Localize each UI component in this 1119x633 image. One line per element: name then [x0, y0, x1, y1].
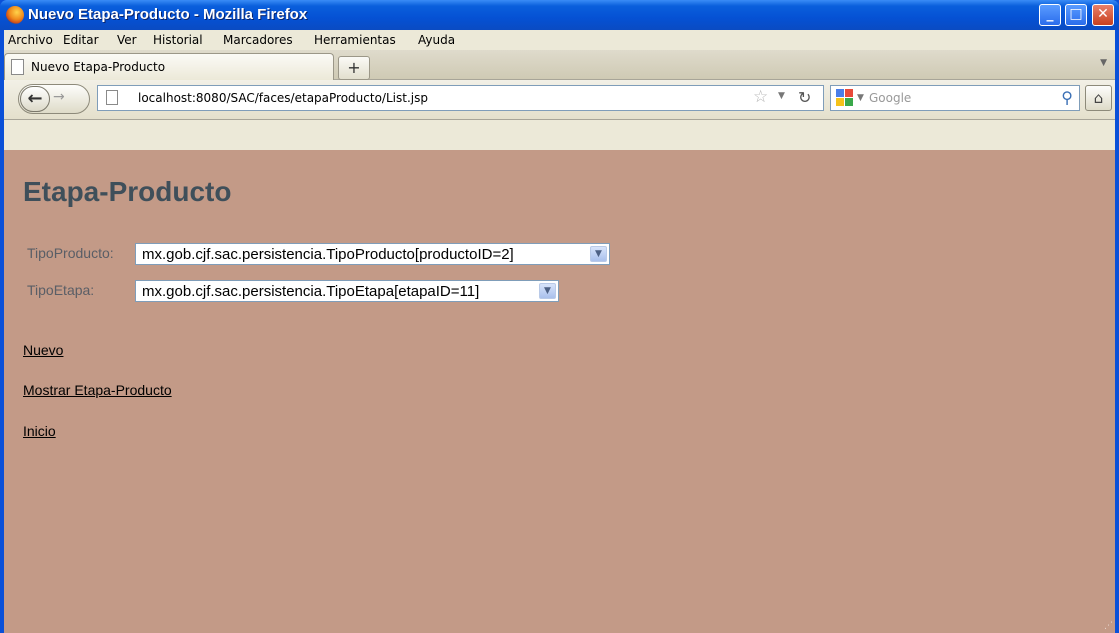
tipo-producto-select[interactable]: mx.gob.cjf.sac.persistencia.TipoProducto…	[135, 243, 610, 265]
page-content: Etapa-Producto TipoProducto: mx.gob.cjf.…	[4, 150, 1115, 633]
menu-bar: Archivo Editar Ver Historial Marcadores …	[4, 30, 1115, 50]
tab-nuevo-etapa-producto[interactable]: Nuevo Etapa-Producto	[4, 53, 334, 80]
search-engine-dropdown-icon[interactable]: ▼	[857, 93, 864, 103]
magnifier-icon[interactable]: ⚲	[1061, 88, 1073, 107]
page-icon	[106, 90, 118, 105]
resize-grip-icon[interactable]: ⋰	[1104, 621, 1113, 631]
inicio-link[interactable]: Inicio	[23, 423, 56, 439]
browser-window: Nuevo Etapa-Producto - Mozilla Firefox _…	[0, 0, 1119, 633]
url-dropdown-icon[interactable]: ▼	[778, 91, 785, 101]
maximize-button[interactable]: □	[1065, 4, 1087, 26]
menu-ayuda[interactable]: Ayuda	[418, 33, 455, 47]
window-title: Nuevo Etapa-Producto - Mozilla Firefox	[28, 6, 308, 23]
page-title: Etapa-Producto	[23, 176, 232, 207]
forward-icon[interactable]: →	[53, 89, 65, 105]
home-icon[interactable]: ⌂	[1085, 85, 1112, 111]
minimize-icon: _	[1046, 6, 1054, 22]
menu-herramientas[interactable]: Herramientas	[314, 33, 396, 47]
chevron-down-icon[interactable]: ▼	[539, 283, 556, 299]
tipo-etapa-value: mx.gob.cjf.sac.persistencia.TipoEtapa[et…	[142, 283, 480, 300]
minimize-button[interactable]: _	[1039, 4, 1061, 26]
back-forward-group: ← →	[18, 84, 90, 114]
tab-label: Nuevo Etapa-Producto	[31, 60, 166, 74]
tipo-etapa-select[interactable]: mx.gob.cjf.sac.persistencia.TipoEtapa[et…	[135, 280, 559, 302]
title-bar[interactable]: Nuevo Etapa-Producto - Mozilla Firefox _…	[0, 0, 1119, 30]
google-icon[interactable]	[836, 89, 854, 107]
mostrar-etapa-producto-link[interactable]: Mostrar Etapa-Producto	[23, 382, 172, 398]
url-bar[interactable]: localhost:8080/SAC/faces/etapaProducto/L…	[97, 85, 824, 111]
chevron-down-icon[interactable]: ▼	[590, 246, 607, 262]
menu-marcadores[interactable]: Marcadores	[223, 33, 293, 47]
navigation-bar: ← → localhost:8080/SAC/faces/etapaProduc…	[4, 80, 1115, 120]
close-button[interactable]: ✕	[1092, 4, 1114, 26]
page-icon	[11, 59, 24, 75]
close-icon: ✕	[1097, 6, 1109, 22]
firefox-logo-icon	[6, 6, 24, 24]
menu-historial[interactable]: Historial	[153, 33, 203, 47]
tab-strip: Nuevo Etapa-Producto + ▼	[4, 50, 1115, 80]
nuevo-link[interactable]: Nuevo	[23, 342, 63, 358]
maximize-icon: □	[1069, 6, 1083, 22]
reload-icon[interactable]: ↻	[798, 88, 811, 107]
menu-editar[interactable]: Editar	[63, 33, 99, 47]
tipo-producto-value: mx.gob.cjf.sac.persistencia.TipoProducto…	[142, 246, 514, 263]
tipo-producto-label: TipoProducto:	[27, 245, 114, 261]
browser-chrome: Archivo Editar Ver Historial Marcadores …	[4, 30, 1115, 150]
tipo-etapa-label: TipoEtapa:	[27, 282, 95, 298]
url-text: localhost:8080/SAC/faces/etapaProducto/L…	[138, 91, 428, 105]
star-icon[interactable]: ☆	[753, 87, 768, 107]
search-placeholder: Google	[869, 91, 912, 105]
menu-archivo[interactable]: Archivo	[8, 33, 53, 47]
menu-ver[interactable]: Ver	[117, 33, 137, 47]
search-bar[interactable]: ▼ Google ⚲	[830, 85, 1080, 111]
new-tab-button[interactable]: +	[338, 56, 370, 80]
back-icon[interactable]: ←	[20, 86, 50, 112]
tab-list-arrow-icon[interactable]: ▼	[1100, 58, 1107, 68]
